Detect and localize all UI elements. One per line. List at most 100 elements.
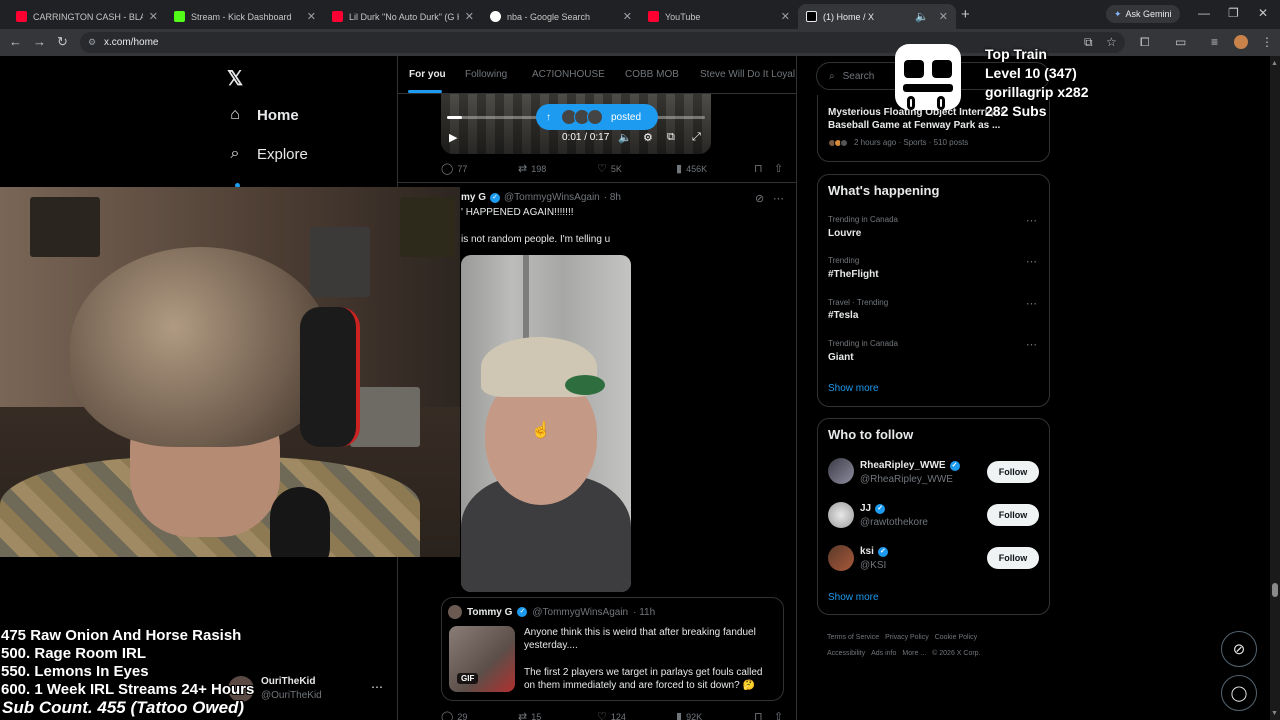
browser-tab-active[interactable]: (1) Home / X 🔈 ✕ xyxy=(798,4,956,29)
tab-following[interactable]: Following xyxy=(465,69,507,80)
tab-cobb-mob[interactable]: COBB MOB xyxy=(625,69,679,80)
close-tab-icon[interactable]: ✕ xyxy=(623,10,632,23)
footer-link[interactable]: Terms of Service xyxy=(827,634,879,641)
follow-handle: @RheaRipley_WWE xyxy=(860,474,953,485)
more-options-icon[interactable]: ⋯ xyxy=(773,192,784,205)
grok-button[interactable]: ⊘ xyxy=(1221,631,1257,667)
profile-avatar[interactable] xyxy=(1234,35,1248,49)
install-app-icon[interactable]: ⧉ xyxy=(1084,35,1093,50)
side-panel-icon[interactable]: ▭ xyxy=(1175,35,1186,49)
reply-button[interactable]: ◯ 29 xyxy=(441,710,467,720)
repost-button[interactable]: ⇄ 15 xyxy=(518,710,541,720)
address-bar[interactable]: ⚙ x.com/home xyxy=(80,32,1125,53)
follow-button[interactable]: Follow xyxy=(987,547,1039,569)
tab-ac7ionhouse[interactable]: AC7IONHOUSE xyxy=(532,69,605,80)
scrollbar-thumb[interactable] xyxy=(1272,583,1278,597)
restore-icon[interactable]: ❐ xyxy=(1228,6,1239,20)
browser-tab-5[interactable]: YouTube ✕ xyxy=(640,4,798,29)
fullscreen-icon[interactable]: ⤢ xyxy=(692,131,701,144)
site-info-icon[interactable]: ⚙ xyxy=(88,37,96,48)
trend-item[interactable]: #Tesla xyxy=(828,310,858,321)
volume-icon[interactable]: 🔈 xyxy=(618,131,632,144)
trend-item[interactable]: Louvre xyxy=(828,228,861,239)
post-author-name[interactable]: my G xyxy=(461,192,486,203)
back-arrow-icon[interactable]: ← xyxy=(9,34,22,49)
browser-tab-4[interactable]: nba - Google Search ✕ xyxy=(482,4,640,29)
browser-tab-3[interactable]: Lil Durk "No Auto Durk" (G Her ✕ xyxy=(324,4,482,29)
messages-button[interactable]: ◯ xyxy=(1221,675,1257,711)
play-icon[interactable]: ▶ xyxy=(449,131,457,144)
grok-icon[interactable]: ⊘ xyxy=(755,192,764,205)
browser-menu-icon[interactable]: ⋮ xyxy=(1261,35,1273,49)
new-tab-icon[interactable]: + xyxy=(961,6,970,23)
scroll-up-arrow-icon[interactable]: ▲ xyxy=(1271,60,1278,67)
trend-more-icon[interactable]: ⋯ xyxy=(1026,214,1037,227)
share-button[interactable]: ⇧ xyxy=(774,710,783,720)
reply-button[interactable]: ◯ 77 xyxy=(441,162,467,175)
footer-link[interactable]: Privacy Policy xyxy=(885,634,929,641)
tab-for-you[interactable]: For you xyxy=(409,69,446,80)
close-tab-icon[interactable]: ✕ xyxy=(939,10,948,23)
bookmark-button[interactable]: ⊓ xyxy=(754,710,763,720)
minimize-icon[interactable]: — xyxy=(1198,6,1210,20)
quoted-post-header: Tommy G ✓ @TommygWinsAgain · 11h xyxy=(448,605,655,619)
webcam-poster xyxy=(310,227,370,297)
picture-in-picture-icon[interactable]: ⧉ xyxy=(667,131,675,144)
settings-gear-icon[interactable]: ⚙ xyxy=(643,131,653,144)
quoted-gif[interactable]: GIF xyxy=(449,626,515,692)
footer-link[interactable]: Accessibility xyxy=(827,650,865,657)
arrow-up-icon: ↑ xyxy=(546,111,551,123)
follow-name[interactable]: ksi ✓ xyxy=(860,546,888,557)
trend-more-icon[interactable]: ⋯ xyxy=(1026,255,1037,268)
post-time[interactable]: · 8h xyxy=(604,192,621,203)
trends-show-more-link[interactable]: Show more xyxy=(828,383,879,394)
media-controls-icon[interactable]: ≡ xyxy=(1211,35,1218,49)
extensions-icon[interactable]: ⧠ xyxy=(1140,35,1150,50)
close-tab-icon[interactable]: ✕ xyxy=(465,10,474,23)
share-button[interactable]: ⇧ xyxy=(774,162,783,175)
follow-button[interactable]: Follow xyxy=(987,461,1039,483)
trend-item[interactable]: Giant xyxy=(828,352,854,363)
follow-avatar[interactable] xyxy=(828,458,854,484)
footer-link[interactable]: Ads info xyxy=(871,650,896,657)
reload-icon[interactable]: ↻ xyxy=(57,34,68,50)
close-tab-icon[interactable]: ✕ xyxy=(149,10,158,23)
scroll-down-arrow-icon[interactable]: ▼ xyxy=(1271,710,1278,717)
close-window-icon[interactable]: ✕ xyxy=(1258,6,1268,20)
close-tab-icon[interactable]: ✕ xyxy=(781,10,790,23)
account-more-icon[interactable]: ⋯ xyxy=(371,680,383,694)
new-posts-pill[interactable]: ↑ posted xyxy=(536,104,658,130)
ask-gemini-button[interactable]: ✦ Ask Gemini xyxy=(1106,5,1180,23)
follow-name[interactable]: JJ ✓ xyxy=(860,503,886,514)
nav-home[interactable]: ⌂ Home xyxy=(226,106,299,124)
footer-link[interactable]: Cookie Policy xyxy=(935,634,977,641)
bookmark-button[interactable]: ⊓ xyxy=(754,162,763,175)
views-button[interactable]: ▮ 456K xyxy=(676,162,707,175)
forward-arrow-icon[interactable]: → xyxy=(33,34,46,49)
like-button[interactable]: ♡ 5K xyxy=(597,162,622,175)
follow-button[interactable]: Follow xyxy=(987,504,1039,526)
trend-more-icon[interactable]: ⋯ xyxy=(1026,338,1037,351)
bookmark-star-icon[interactable]: ☆ xyxy=(1106,35,1117,49)
views-button[interactable]: ▮ 92K xyxy=(676,710,702,720)
follow-show-more-link[interactable]: Show more xyxy=(828,592,879,603)
speaker-icon[interactable]: 🔈 xyxy=(915,10,929,23)
follow-avatar[interactable] xyxy=(828,545,854,571)
close-tab-icon[interactable]: ✕ xyxy=(307,10,316,23)
browser-tab-2[interactable]: Stream - Kick Dashboard ✕ xyxy=(166,4,324,29)
account-name[interactable]: OuriTheKid xyxy=(261,676,315,687)
page-scrollbar[interactable] xyxy=(1270,56,1280,720)
trend-item[interactable]: #TheFlight xyxy=(828,269,879,280)
post-author-handle[interactable]: @TommygWinsAgain xyxy=(504,192,600,203)
tab-steve-will-do-it-loyal[interactable]: Steve Will Do It Loyal xyxy=(700,69,795,80)
repost-button[interactable]: ⇄ 198 xyxy=(518,162,546,175)
x-logo-icon[interactable]: 𝕏 xyxy=(227,66,243,91)
footer-link[interactable]: More ... xyxy=(902,650,926,657)
follow-name[interactable]: RheaRipley_WWE ✓ xyxy=(860,460,960,471)
nav-explore[interactable]: ⌕ Explore xyxy=(226,145,308,163)
trend-more-icon[interactable]: ⋯ xyxy=(1026,297,1037,310)
follow-avatar[interactable] xyxy=(828,502,854,528)
browser-tab-1[interactable]: CARRINGTON CASH - BLACK 8 ✕ xyxy=(8,4,166,29)
streamer-webcam xyxy=(0,187,460,557)
like-button[interactable]: ♡ 124 xyxy=(597,710,626,720)
